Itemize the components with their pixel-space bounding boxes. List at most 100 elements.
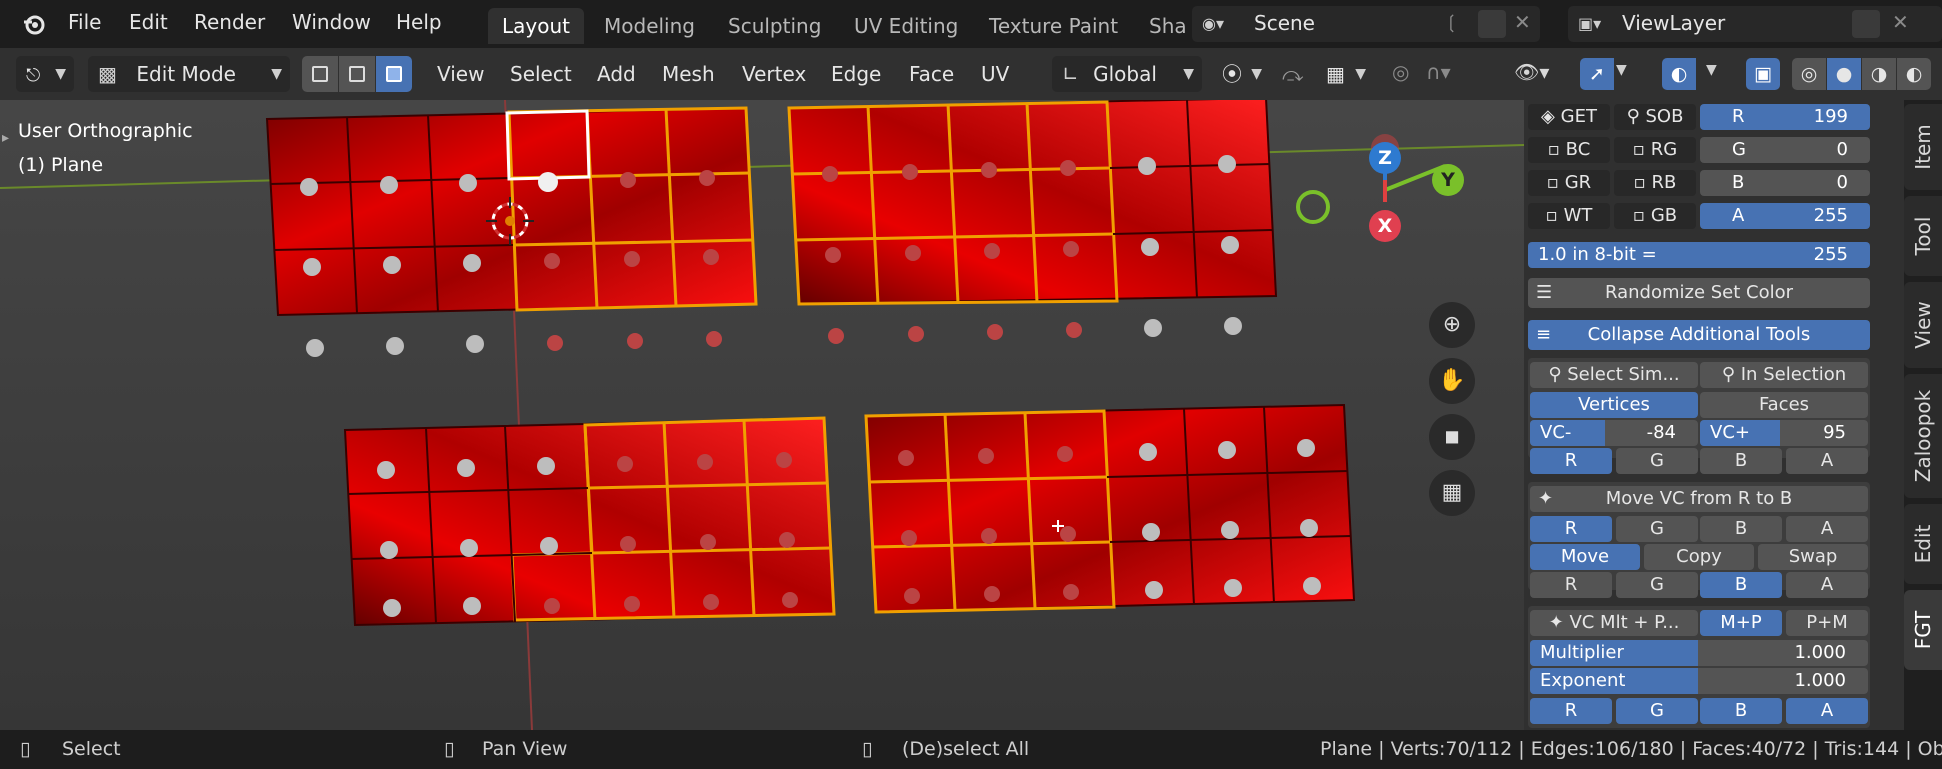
- menu-face[interactable]: Face: [909, 62, 954, 86]
- editor-type-dropdown[interactable]: ⎋ ▼: [16, 56, 74, 92]
- select-r-toggle[interactable]: R: [1530, 448, 1612, 474]
- exponent-field[interactable]: Exponent 1.000: [1530, 668, 1868, 694]
- source-b-toggle[interactable]: B: [1700, 516, 1782, 542]
- source-r-toggle[interactable]: R: [1530, 516, 1612, 542]
- swap-toggle[interactable]: Swap: [1758, 544, 1868, 570]
- rb-button[interactable]: ▫ RB: [1614, 170, 1696, 196]
- tab-shading[interactable]: Sha: [1135, 8, 1185, 44]
- in-selection-button[interactable]: ⚲ In Selection: [1700, 362, 1868, 388]
- menu-add[interactable]: Add: [597, 62, 636, 86]
- target-a-toggle[interactable]: A: [1786, 572, 1868, 598]
- menu-help[interactable]: Help: [396, 10, 442, 34]
- blender-logo-icon[interactable]: [22, 12, 46, 36]
- sob-button[interactable]: ⚲ SOB: [1614, 104, 1696, 130]
- delete-viewlayer-icon[interactable]: ✕: [1892, 10, 1909, 34]
- viewlayer-name[interactable]: ViewLayer: [1622, 11, 1725, 35]
- tab-item[interactable]: Item: [1904, 104, 1942, 190]
- channel-a-field[interactable]: A 255: [1700, 203, 1870, 229]
- eightbit-field[interactable]: 1.0 in 8-bit = 255: [1528, 242, 1870, 268]
- new-scene-icon[interactable]: [1478, 10, 1506, 38]
- tab-uv-editing[interactable]: UV Editing: [840, 8, 972, 44]
- grid-icon[interactable]: ▦: [1429, 470, 1475, 516]
- vc-minus-field[interactable]: VC- -84: [1530, 420, 1698, 446]
- collapse-tools-button[interactable]: ≡ Collapse Additional Tools: [1528, 320, 1870, 350]
- shading-material-button[interactable]: ◑: [1862, 58, 1896, 90]
- edge-select-mode-button[interactable]: [339, 56, 375, 92]
- menu-view[interactable]: View: [437, 62, 484, 86]
- vertices-toggle[interactable]: Vertices: [1530, 392, 1698, 418]
- m-plus-p-toggle[interactable]: M+P: [1700, 610, 1782, 636]
- delete-scene-icon[interactable]: ✕: [1514, 10, 1531, 34]
- vertex-select-mode-button[interactable]: [302, 56, 338, 92]
- shading-wireframe-button[interactable]: ◎: [1792, 58, 1826, 90]
- target-r-toggle[interactable]: R: [1530, 572, 1612, 598]
- tab-tool[interactable]: Tool: [1904, 196, 1942, 276]
- mlt-r-toggle[interactable]: R: [1530, 698, 1612, 724]
- tab-edit[interactable]: Edit: [1904, 504, 1942, 584]
- vc-mlt-button[interactable]: ✦ VC Mlt + P...: [1530, 610, 1698, 636]
- snap-toggle-icon[interactable]: ⤼: [1282, 62, 1303, 86]
- randomize-set-color-button[interactable]: ☰ Randomize Set Color: [1528, 278, 1870, 308]
- menu-edge[interactable]: Edge: [831, 62, 881, 86]
- scene-name[interactable]: Scene: [1254, 11, 1315, 35]
- tab-modeling[interactable]: Modeling: [590, 8, 709, 44]
- p-plus-m-toggle[interactable]: P+M: [1786, 610, 1868, 636]
- 3d-viewport[interactable]: User Orthographic (1) Plane ▸ Z Y X ⊕ ✋ …: [0, 100, 1524, 730]
- channel-g-field[interactable]: G0: [1700, 137, 1870, 163]
- gizmo-x-axis[interactable]: X: [1369, 210, 1401, 242]
- target-b-toggle[interactable]: B: [1700, 572, 1782, 598]
- mlt-b-toggle[interactable]: B: [1700, 698, 1782, 724]
- pin-icon[interactable]: ❲: [1444, 12, 1459, 33]
- gr-button[interactable]: ▫ GR: [1528, 170, 1610, 196]
- mode-dropdown[interactable]: ▩ Edit Mode ▼: [88, 56, 290, 92]
- pan-hand-icon[interactable]: ✋: [1429, 358, 1475, 404]
- channel-r-field[interactable]: R 199: [1700, 104, 1870, 130]
- select-b-toggle[interactable]: B: [1700, 448, 1782, 474]
- bc-button[interactable]: ▫ BC: [1528, 137, 1610, 163]
- camera-icon[interactable]: ◾: [1429, 414, 1475, 460]
- menu-vertex[interactable]: Vertex: [742, 62, 806, 86]
- get-button[interactable]: ◈ GET: [1528, 104, 1610, 130]
- overlay-toggle-button[interactable]: ◐: [1662, 58, 1696, 90]
- tab-zaloopok[interactable]: Zaloopok: [1904, 374, 1942, 498]
- menu-window[interactable]: Window: [292, 10, 371, 34]
- mesh-island-3[interactable]: [343, 416, 836, 627]
- gb-button[interactable]: ▫ GB: [1614, 203, 1696, 229]
- visibility-icon[interactable]: 👁▾: [1514, 60, 1549, 84]
- shading-rendered-button[interactable]: ◐: [1897, 58, 1931, 90]
- mlt-g-toggle[interactable]: G: [1616, 698, 1698, 724]
- menu-render[interactable]: Render: [194, 10, 265, 34]
- copy-toggle[interactable]: Copy: [1644, 544, 1754, 570]
- scene-selector[interactable]: ◉▾ Scene ❲ ✕: [1192, 6, 1540, 42]
- menu-edit[interactable]: Edit: [129, 10, 168, 34]
- select-similar-button[interactable]: ⚲ Select Sim...: [1530, 362, 1698, 388]
- gizmo-z-axis[interactable]: Z: [1369, 142, 1401, 174]
- viewport-canvas[interactable]: [0, 100, 1524, 730]
- select-a-toggle[interactable]: A: [1786, 448, 1868, 474]
- select-g-toggle[interactable]: G: [1616, 448, 1698, 474]
- tab-texture-paint[interactable]: Texture Paint: [975, 8, 1132, 44]
- menu-file[interactable]: File: [68, 10, 101, 34]
- multiplier-field[interactable]: Multiplier 1.000: [1530, 640, 1868, 666]
- gizmo-toggle-button[interactable]: ➚: [1580, 58, 1614, 90]
- navigation-gizmo[interactable]: Z Y X: [1360, 130, 1480, 250]
- rg-button[interactable]: ▫ RG: [1614, 137, 1696, 163]
- target-g-toggle[interactable]: G: [1616, 572, 1698, 598]
- tab-sculpting[interactable]: Sculpting: [714, 8, 835, 44]
- proportional-edit-icon[interactable]: ◎: [1392, 60, 1409, 84]
- source-g-toggle[interactable]: G: [1616, 516, 1698, 542]
- tab-fgt[interactable]: FGT: [1904, 590, 1942, 670]
- shading-solid-button[interactable]: ●: [1827, 58, 1861, 90]
- transform-orientation-dropdown[interactable]: ∟ Global ▼: [1052, 56, 1202, 92]
- zoom-icon[interactable]: ⊕: [1429, 302, 1475, 348]
- source-a-toggle[interactable]: A: [1786, 516, 1868, 542]
- viewlayer-selector[interactable]: ▣▾ ViewLayer ✕: [1568, 6, 1942, 42]
- face-select-mode-button[interactable]: [376, 56, 412, 92]
- move-vc-button[interactable]: ✦ Move VC from R to B: [1530, 486, 1868, 512]
- faces-toggle[interactable]: Faces: [1700, 392, 1868, 418]
- falloff-icon[interactable]: ∩▾: [1426, 60, 1451, 84]
- xray-toggle-button[interactable]: ▣: [1746, 58, 1780, 90]
- menu-select[interactable]: Select: [510, 62, 572, 86]
- channel-b-field[interactable]: B0: [1700, 170, 1870, 196]
- toolbar-expand-icon[interactable]: ▸: [2, 130, 9, 146]
